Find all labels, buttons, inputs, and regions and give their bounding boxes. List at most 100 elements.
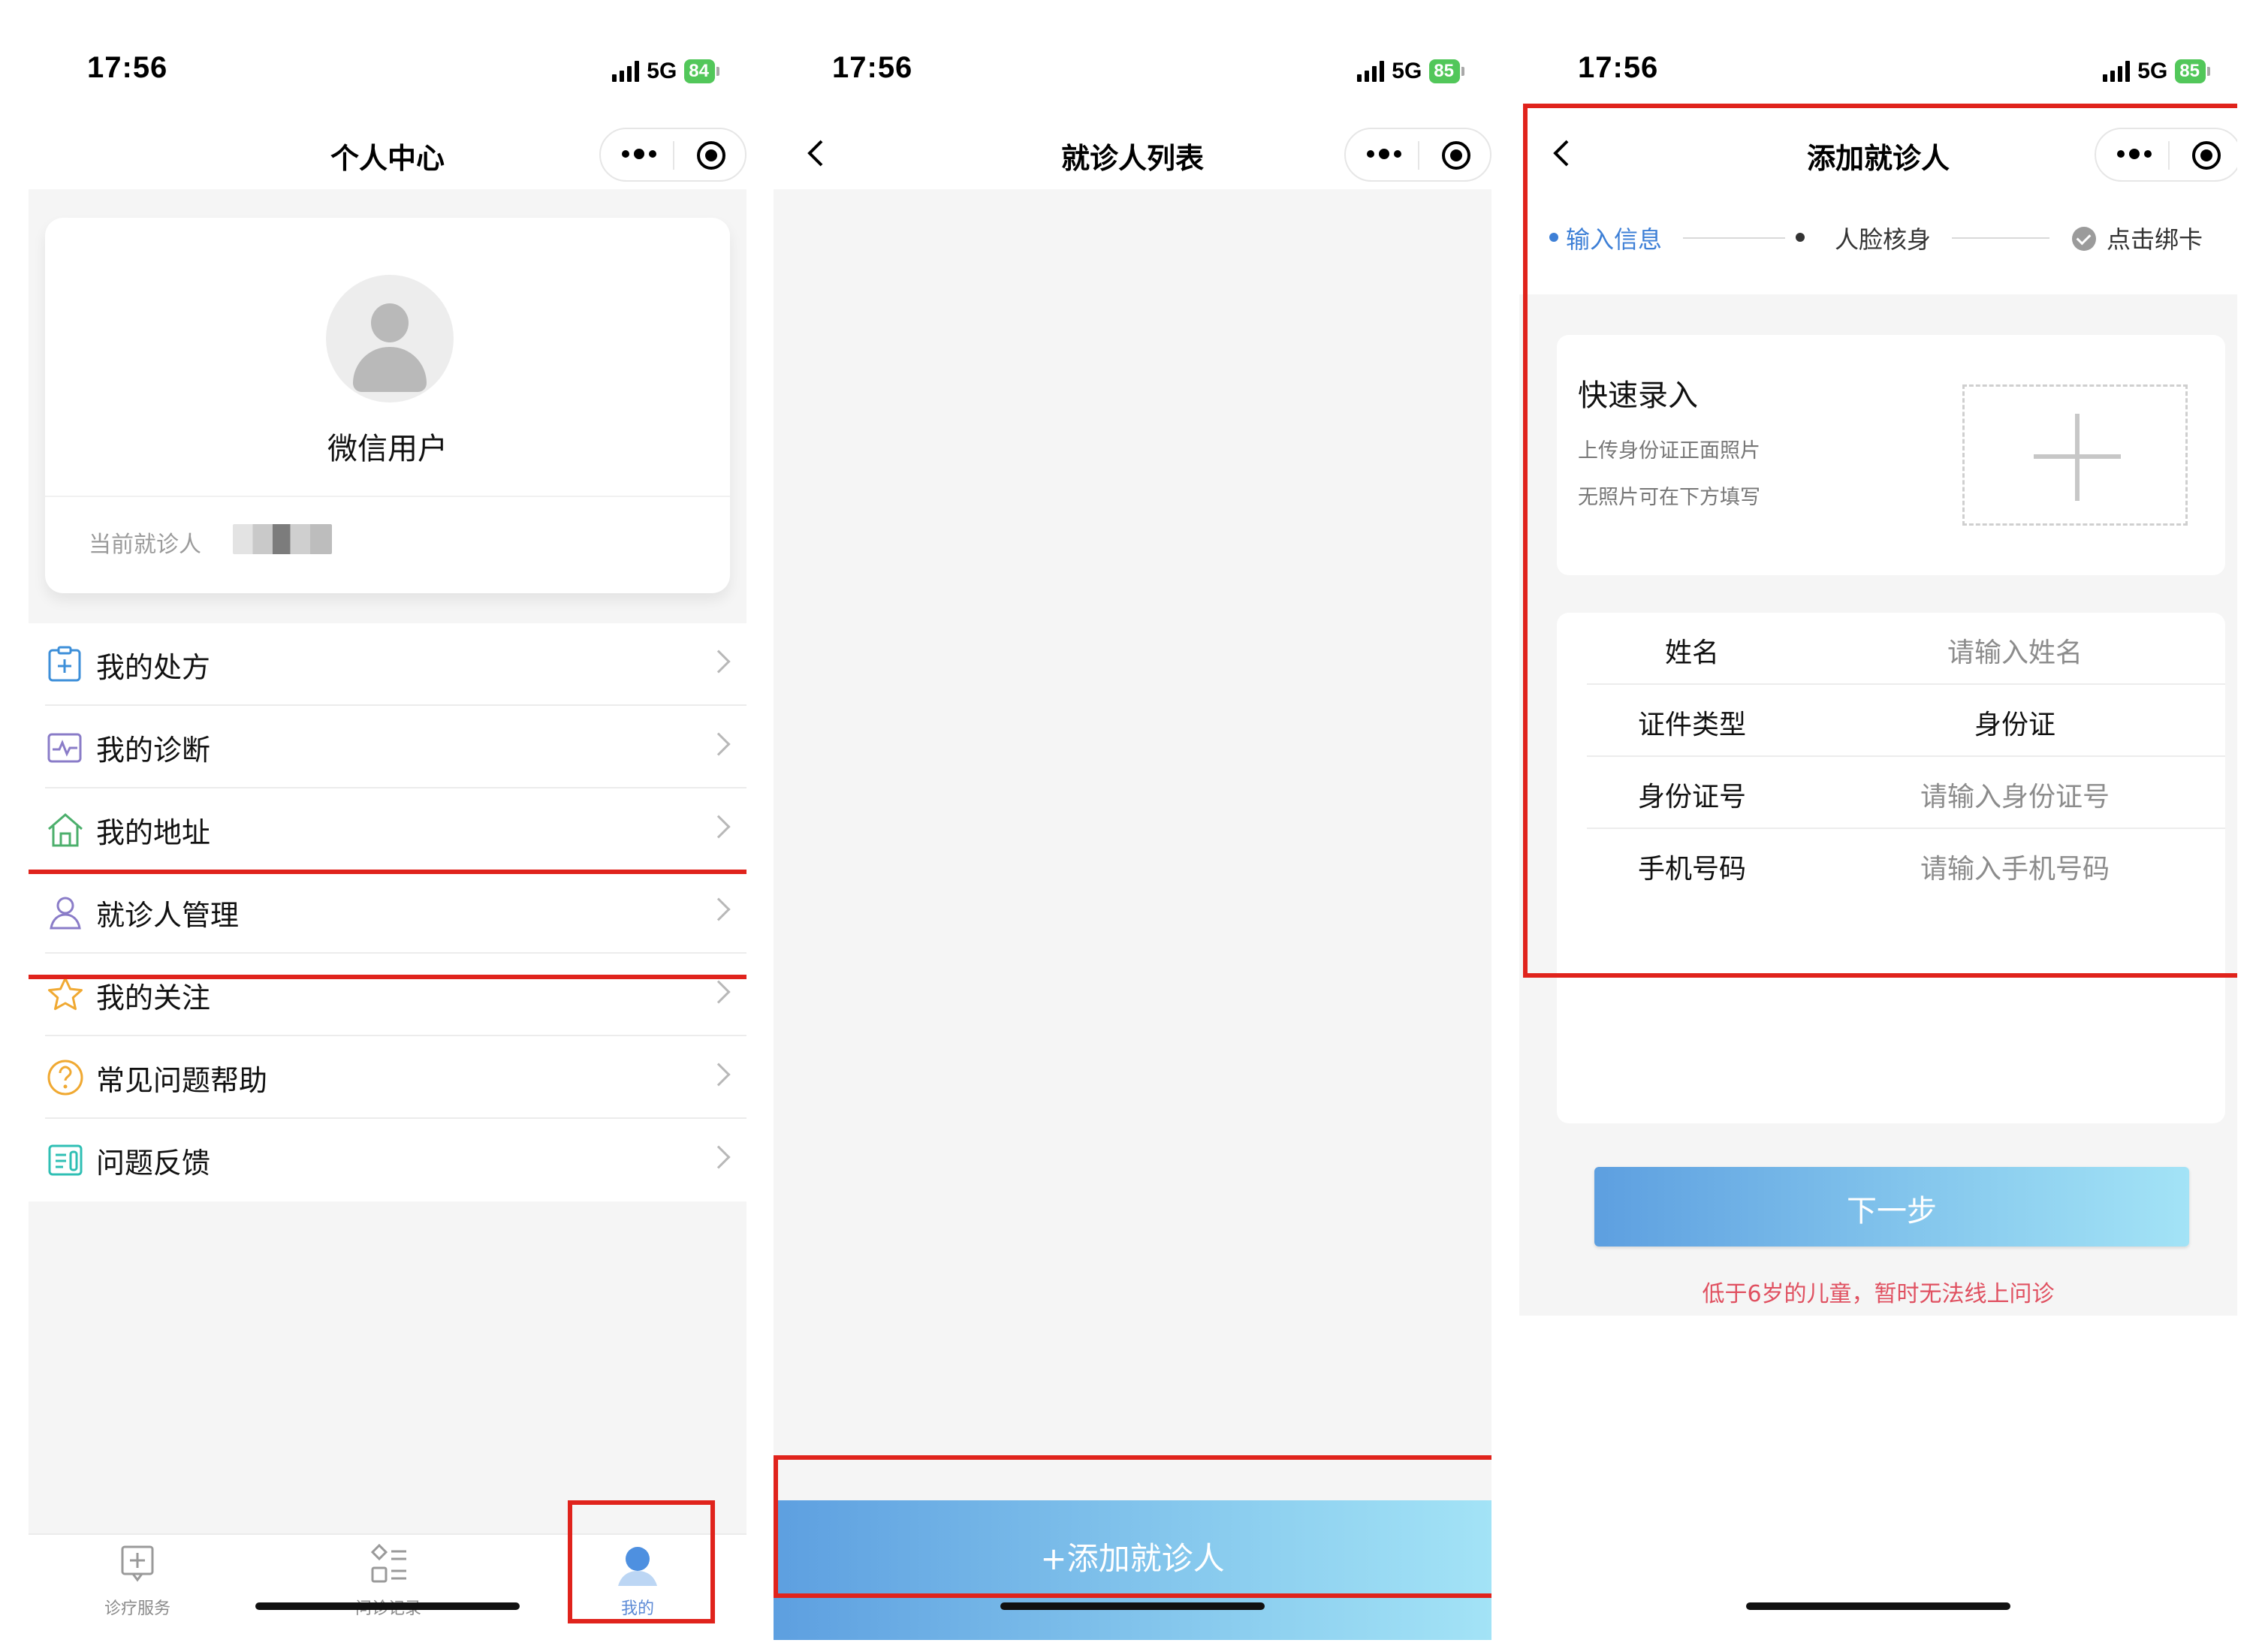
field-label: 手机号码 bbox=[1637, 854, 1746, 885]
menu-item-diagnosis[interactable]: 我的诊断 bbox=[45, 706, 746, 788]
battery-icon: 85 bbox=[1429, 59, 1464, 83]
step-connector bbox=[1683, 237, 1785, 239]
star-icon bbox=[48, 977, 83, 1011]
feedback-icon bbox=[48, 1144, 83, 1176]
step-input-info: 输入信息 bbox=[1566, 225, 1663, 254]
close-target-icon[interactable] bbox=[697, 141, 725, 170]
current-patient-label: 当前就诊人 bbox=[89, 532, 201, 558]
id-number-input[interactable]: 请输入身份证号 bbox=[1835, 775, 2195, 814]
quick-entry-card: 快速录入 上传身份证正面照片 无照片可在下方填写 bbox=[1557, 335, 2225, 575]
check-circle-icon bbox=[2072, 227, 2096, 251]
chevron-right-icon bbox=[707, 650, 731, 674]
more-icon[interactable] bbox=[1367, 149, 1401, 159]
quick-entry-hint-upload: 上传身份证正面照片 bbox=[1578, 439, 1760, 463]
question-icon bbox=[47, 1060, 83, 1096]
capsule-divider bbox=[673, 141, 674, 170]
close-target-icon[interactable] bbox=[1442, 141, 1470, 170]
status-indicators: 5G 85 bbox=[2103, 59, 2210, 84]
menu-list: 我的处方 我的诊断 我的地址 就诊人管理 我的关注 常见问题帮助 问题反馈 bbox=[29, 623, 746, 1201]
menu-item-label: 常见问题帮助 bbox=[96, 1064, 268, 1097]
field-label: 证件类型 bbox=[1637, 710, 1746, 740]
chevron-right-icon bbox=[707, 980, 731, 1004]
next-step-button[interactable]: 下一步 bbox=[1594, 1167, 2189, 1247]
form-row-id-type: 证件类型 身份证 bbox=[1587, 685, 2225, 757]
status-bar: 17:56 5G 85 bbox=[1519, 29, 2237, 119]
close-target-icon[interactable] bbox=[2192, 141, 2221, 170]
more-icon[interactable] bbox=[622, 149, 656, 159]
step-face-verify: 人脸核身 bbox=[1835, 225, 1932, 254]
progress-steps: 输入信息 人脸核身 点击绑卡 bbox=[1519, 189, 2237, 294]
menu-item-label: 我的地址 bbox=[96, 816, 211, 849]
menu-item-label: 问题反馈 bbox=[96, 1147, 211, 1180]
form-row-name: 姓名 请输入姓名 bbox=[1587, 613, 2225, 685]
avatar[interactable] bbox=[326, 275, 454, 402]
status-indicators: 5G 84 bbox=[612, 59, 719, 84]
patient-list-empty bbox=[774, 189, 1491, 1640]
chevron-right-icon bbox=[707, 897, 731, 921]
chevron-right-icon bbox=[707, 815, 731, 839]
username: 微信用户 bbox=[327, 432, 448, 466]
next-step-label: 下一步 bbox=[1847, 1194, 1937, 1228]
nav-bar: 就诊人列表 bbox=[774, 119, 1491, 189]
field-label: 身份证号 bbox=[1637, 782, 1746, 812]
add-patient-button[interactable]: +添加就诊人 bbox=[774, 1500, 1491, 1640]
signal-icon bbox=[612, 61, 640, 82]
name-input[interactable]: 请输入姓名 bbox=[1835, 631, 2195, 670]
records-icon bbox=[370, 1543, 406, 1583]
form-row-id-number: 身份证号 请输入身份证号 bbox=[1587, 757, 2225, 829]
chevron-right-icon bbox=[707, 1063, 731, 1087]
network-type: 5G bbox=[647, 59, 677, 83]
nav-bar: 添加就诊人 bbox=[1519, 119, 2237, 189]
screen-personal-center: 17:56 5G 84 个人中心 微信用户 当前就诊人 我的处方 我的诊断 我的… bbox=[29, 29, 746, 1640]
menu-item-label: 就诊人管理 bbox=[96, 899, 240, 932]
tab-label: 诊疗服务 bbox=[104, 1599, 170, 1618]
menu-item-feedback[interactable]: 问题反馈 bbox=[45, 1119, 746, 1201]
signal-icon bbox=[1357, 61, 1385, 82]
user-icon bbox=[618, 1547, 657, 1586]
tab-mine[interactable]: 我的 bbox=[581, 1541, 694, 1619]
tab-bar: 诊疗服务 问诊记录 我的 bbox=[29, 1533, 746, 1640]
age-warning: 低于6岁的儿童，暂时无法线上问诊 bbox=[1702, 1281, 2055, 1307]
patient-form: 姓名 请输入姓名 证件类型 身份证 身份证号 请输入身份证号 手机号码 请输入手… bbox=[1557, 613, 2225, 1123]
menu-item-prescriptions[interactable]: 我的处方 bbox=[45, 623, 746, 706]
mini-program-capsule bbox=[599, 128, 746, 182]
status-indicators: 5G 85 bbox=[1357, 59, 1464, 84]
mini-program-capsule bbox=[2095, 128, 2237, 182]
field-label: 姓名 bbox=[1664, 638, 1719, 668]
menu-item-label: 我的处方 bbox=[96, 651, 211, 684]
status-bar: 17:56 5G 84 bbox=[29, 29, 746, 119]
upload-id-photo-button[interactable] bbox=[1962, 384, 2188, 526]
menu-item-label: 我的诊断 bbox=[96, 734, 211, 767]
form-row-phone: 手机号码 请输入手机号码 bbox=[1587, 829, 2225, 901]
id-type-select[interactable]: 身份证 bbox=[1835, 703, 2195, 742]
mini-program-capsule bbox=[1344, 128, 1491, 182]
status-time: 17:56 bbox=[87, 51, 168, 84]
menu-item-patient-management[interactable]: 就诊人管理 bbox=[45, 871, 746, 954]
capsule-divider bbox=[2168, 141, 2170, 170]
home-indicator bbox=[255, 1602, 520, 1610]
menu-item-following[interactable]: 我的关注 bbox=[45, 954, 746, 1036]
step-dot bbox=[1796, 233, 1805, 242]
chevron-right-icon bbox=[707, 732, 731, 756]
menu-item-label: 我的关注 bbox=[96, 981, 211, 1014]
more-icon[interactable] bbox=[2117, 149, 2152, 159]
tab-medical-service[interactable]: 诊疗服务 bbox=[81, 1541, 194, 1619]
add-patient-label: +添加就诊人 bbox=[1040, 1540, 1225, 1577]
screen-add-patient: 17:56 5G 85 添加就诊人 输入信息 人脸核身 点击绑卡 快速录入 上传… bbox=[1519, 29, 2237, 1640]
status-time: 17:56 bbox=[1578, 51, 1659, 84]
tab-label: 我的 bbox=[620, 1599, 654, 1618]
quick-entry-title: 快速录入 bbox=[1578, 378, 1698, 413]
home-indicator bbox=[1000, 1602, 1265, 1610]
step-active-dot bbox=[1549, 233, 1558, 242]
nav-bar: 个人中心 bbox=[29, 119, 746, 189]
current-patient-name-redacted bbox=[233, 524, 332, 554]
status-bar: 17:56 5G 85 bbox=[774, 29, 1491, 119]
network-type: 5G bbox=[1392, 59, 1422, 83]
step-connector bbox=[1952, 237, 2049, 239]
profile-card: 微信用户 当前就诊人 bbox=[45, 218, 730, 593]
phone-input[interactable]: 请输入手机号码 bbox=[1835, 847, 2195, 886]
battery-icon: 85 bbox=[2175, 59, 2210, 83]
capsule-divider bbox=[1418, 141, 1419, 170]
menu-item-faq[interactable]: 常见问题帮助 bbox=[45, 1036, 746, 1119]
menu-item-address[interactable]: 我的地址 bbox=[45, 788, 746, 871]
